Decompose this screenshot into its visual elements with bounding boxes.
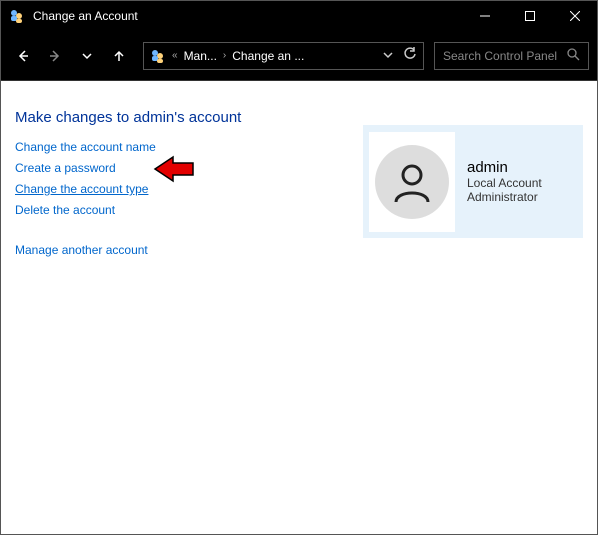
titlebar: Change an Account	[1, 1, 597, 31]
account-name: admin	[467, 159, 542, 176]
chevron-right-icon: ›	[223, 50, 226, 61]
search-box[interactable]	[434, 42, 589, 70]
change-account-name-link[interactable]: Change the account name	[15, 140, 156, 154]
maximize-button[interactable]	[507, 1, 552, 31]
breadcrumb-item[interactable]: Change an ...	[232, 49, 304, 63]
account-type-label: Local Account	[467, 176, 542, 190]
annotation-arrow-icon	[153, 155, 195, 186]
close-button[interactable]	[552, 1, 597, 31]
search-icon[interactable]	[567, 48, 580, 64]
account-role-label: Administrator	[467, 190, 542, 204]
user-avatar-icon	[375, 145, 449, 219]
user-accounts-icon	[150, 48, 166, 64]
window-title: Change an Account	[33, 9, 462, 23]
refresh-button[interactable]	[403, 47, 417, 64]
minimize-button[interactable]	[462, 1, 507, 31]
delete-account-link[interactable]: Delete the account	[15, 203, 115, 217]
forward-button[interactable]	[41, 42, 69, 70]
window-controls	[462, 1, 597, 31]
manage-another-account-link[interactable]: Manage another account	[15, 243, 148, 257]
search-input[interactable]	[443, 49, 563, 63]
account-card: admin Local Account Administrator	[363, 125, 583, 238]
up-button[interactable]	[105, 42, 133, 70]
breadcrumb[interactable]: « Man... › Change an ...	[143, 42, 424, 70]
user-accounts-icon	[9, 8, 25, 24]
back-button[interactable]	[9, 42, 37, 70]
change-account-type-link[interactable]: Change the account type	[15, 182, 148, 196]
account-info: admin Local Account Administrator	[467, 159, 542, 204]
create-password-link[interactable]: Create a password	[15, 161, 116, 175]
page-heading: Make changes to admin's account	[15, 109, 583, 126]
chevron-down-icon[interactable]	[383, 49, 393, 63]
breadcrumb-item[interactable]: Man...	[184, 49, 217, 63]
recent-dropdown[interactable]	[73, 42, 101, 70]
content-area: Make changes to admin's account Change t…	[1, 81, 597, 271]
navbar: « Man... › Change an ...	[1, 31, 597, 81]
avatar	[369, 132, 455, 232]
breadcrumb-prefix: «	[172, 50, 178, 61]
